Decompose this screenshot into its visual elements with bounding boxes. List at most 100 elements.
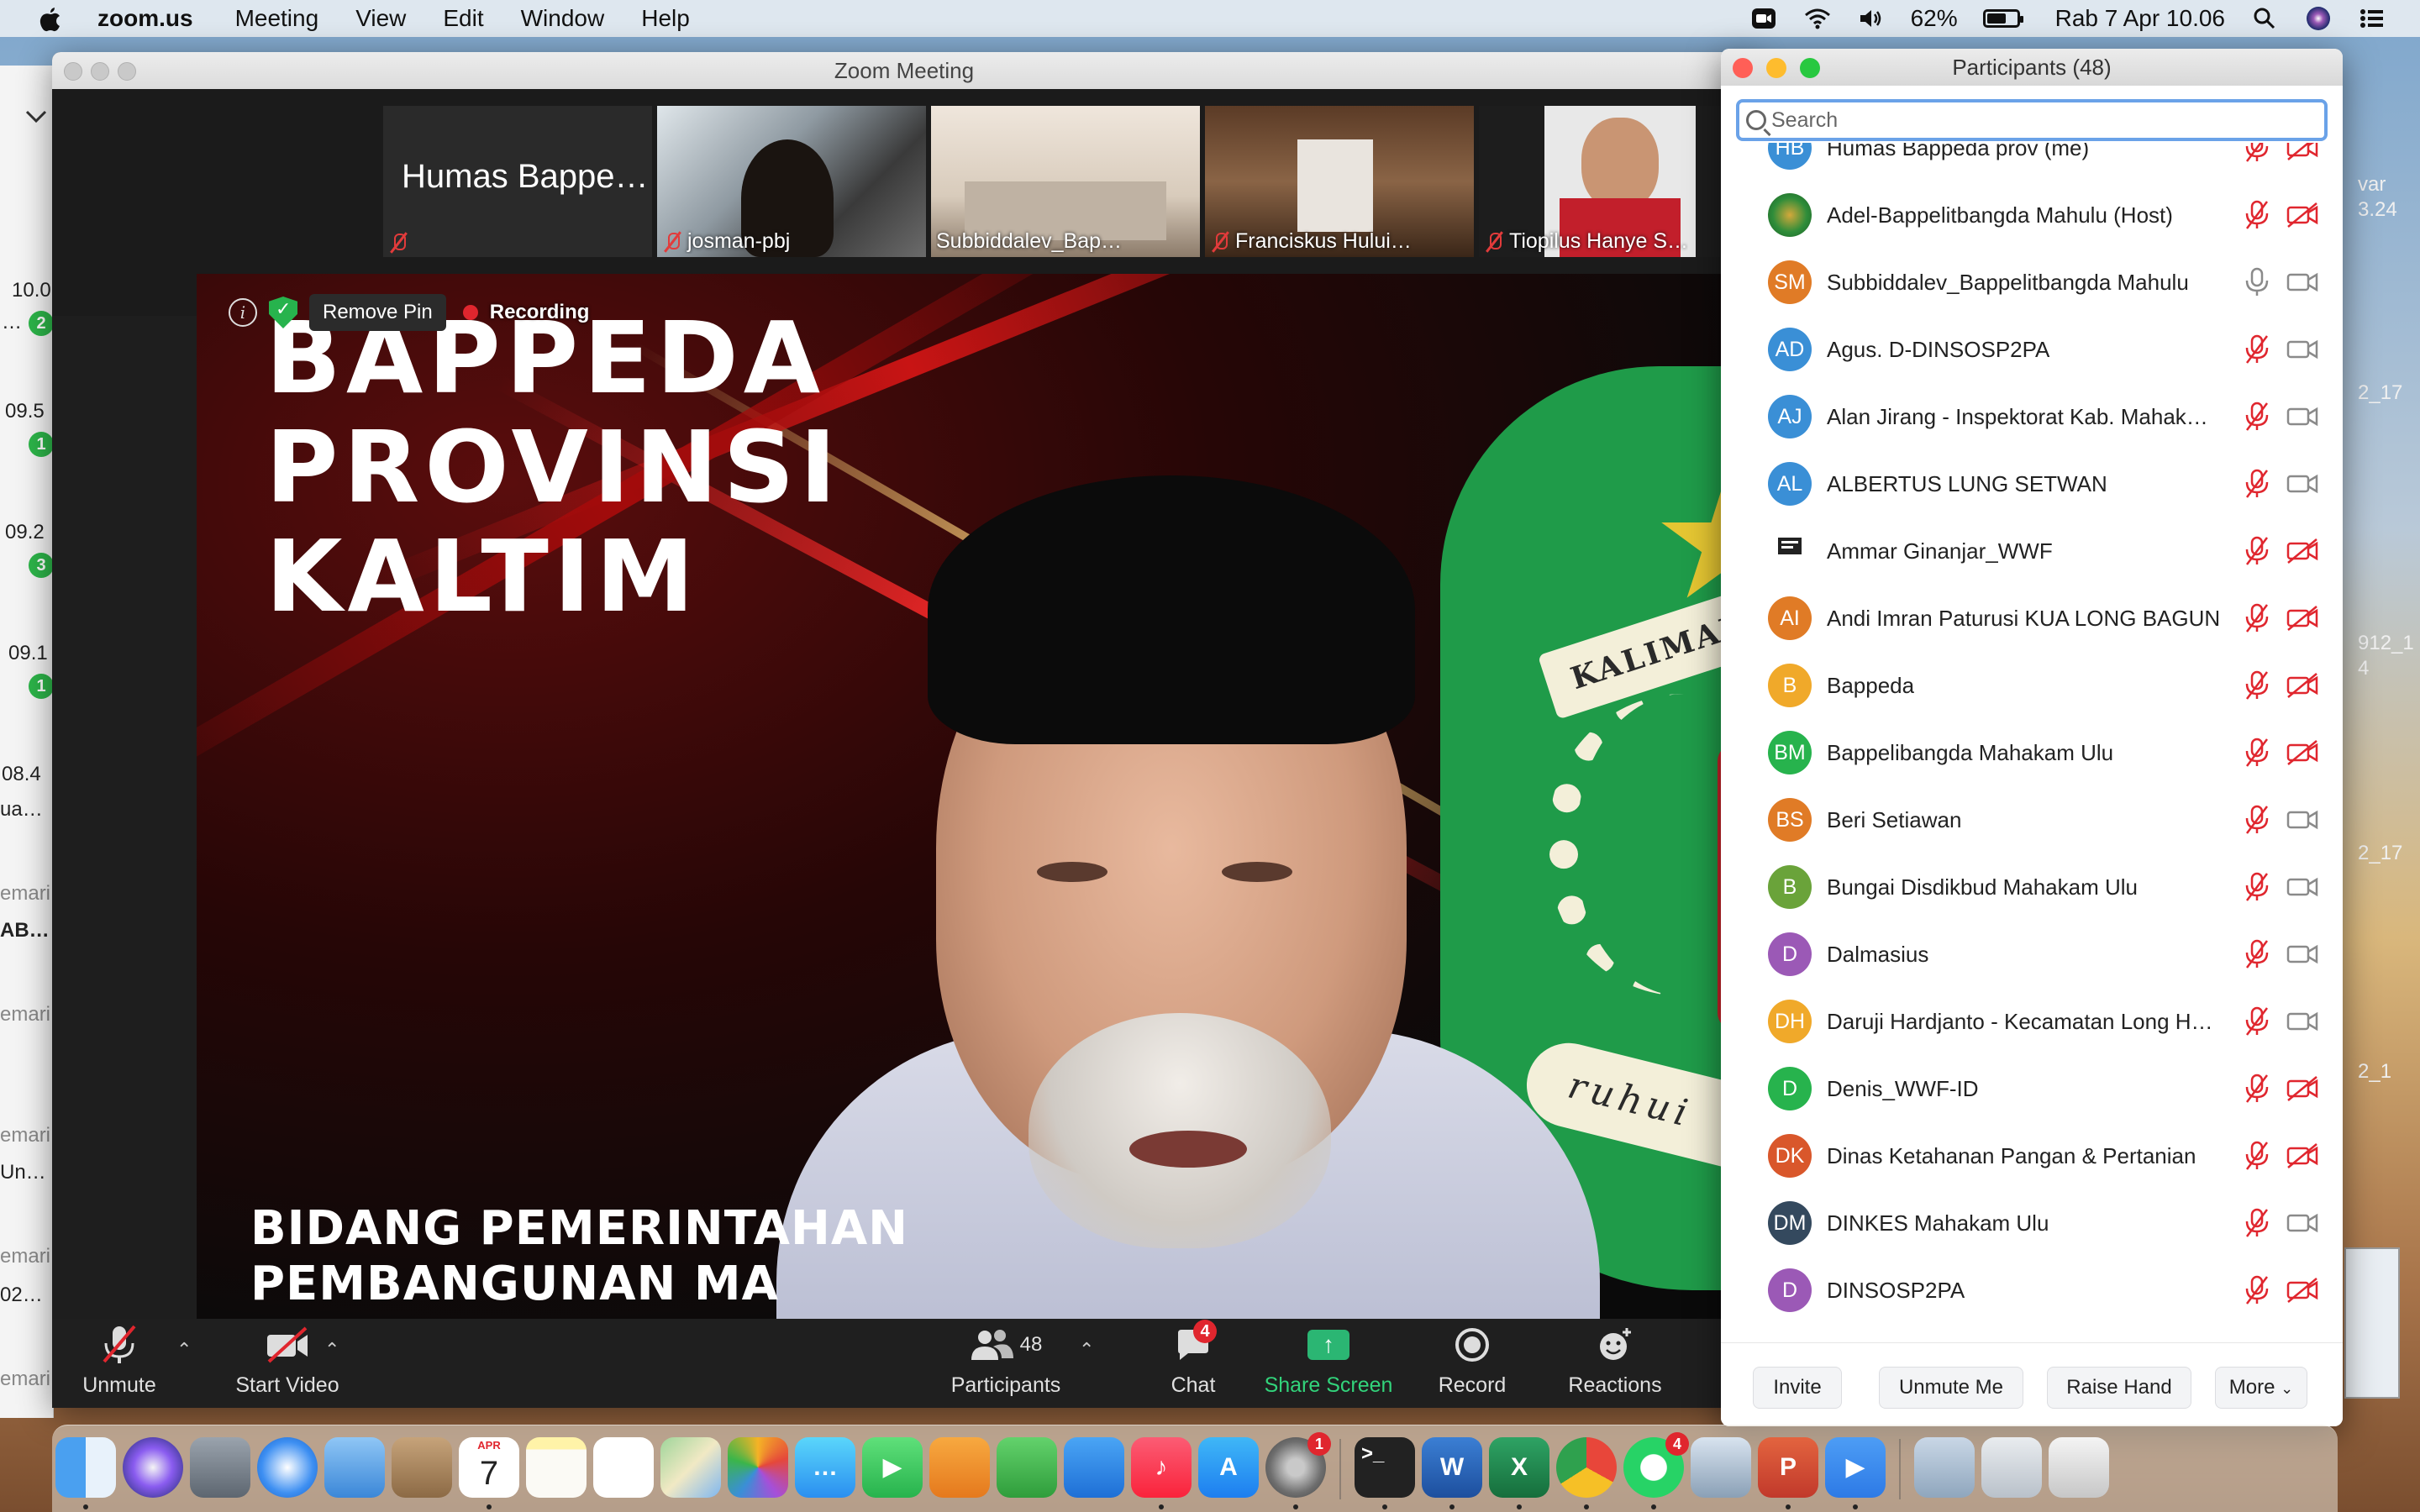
participant-row[interactable]: DK Dinas Ketahanan Pangan & Pertanian bbox=[1721, 1122, 2343, 1189]
search-icon[interactable] bbox=[2250, 7, 2279, 30]
close-panel-button[interactable] bbox=[1733, 58, 1753, 78]
trash-icon[interactable] bbox=[2049, 1437, 2109, 1498]
participant-row[interactable]: B Bappeda bbox=[1721, 652, 2343, 719]
audio-options-caret[interactable]: ⌃ bbox=[176, 1339, 192, 1361]
control-center-icon[interactable] bbox=[2358, 7, 2386, 30]
video-off-icon[interactable] bbox=[2286, 198, 2319, 232]
app-menu-zoom[interactable]: zoom.us bbox=[97, 5, 193, 32]
mic-muted-icon[interactable] bbox=[2242, 143, 2272, 165]
participant-row[interactable]: DH Daruji Hardjanto - Kecamatan Long H… bbox=[1721, 988, 2343, 1055]
mic-muted-icon[interactable] bbox=[2242, 400, 2272, 433]
menu-help[interactable]: Help bbox=[641, 5, 690, 32]
menu-edit[interactable]: Edit bbox=[443, 5, 483, 32]
contacts-icon[interactable] bbox=[392, 1437, 452, 1498]
messages-icon[interactable]: … bbox=[795, 1437, 855, 1498]
desktop-file-thumbnail[interactable] bbox=[2344, 1247, 2400, 1399]
mic-muted-icon[interactable] bbox=[2242, 937, 2272, 971]
participant-row[interactable]: Ammar Ginanjar_WWF bbox=[1721, 517, 2343, 585]
video-icon[interactable] bbox=[2286, 400, 2319, 433]
participant-row[interactable]: D Dalmasius bbox=[1721, 921, 2343, 988]
volume-icon[interactable] bbox=[1857, 7, 1886, 30]
mic-muted-icon[interactable] bbox=[2242, 534, 2272, 568]
participant-thumbnail[interactable]: josman-pbj bbox=[657, 106, 926, 257]
downloads-icon[interactable] bbox=[1981, 1437, 2042, 1498]
mic-icon[interactable] bbox=[2242, 265, 2272, 299]
numbers-icon[interactable] bbox=[997, 1437, 1057, 1498]
keynote-icon[interactable] bbox=[1064, 1437, 1124, 1498]
maps-icon[interactable] bbox=[660, 1437, 721, 1498]
video-icon[interactable] bbox=[2286, 333, 2319, 366]
participant-row[interactable]: Adel-Bappelitbangda Mahulu (Host) bbox=[1721, 181, 2343, 249]
video-off-icon[interactable] bbox=[2286, 669, 2319, 702]
powerpoint-icon[interactable]: P bbox=[1758, 1437, 1818, 1498]
video-off-icon[interactable] bbox=[2286, 1273, 2319, 1307]
menu-view[interactable]: View bbox=[355, 5, 406, 32]
mic-muted-icon[interactable] bbox=[2242, 1072, 2272, 1105]
more-button[interactable]: More ⌄ bbox=[2215, 1367, 2307, 1409]
unmute-button[interactable]: Unmute bbox=[77, 1319, 161, 1408]
excel-icon[interactable]: X bbox=[1489, 1437, 1549, 1498]
menu-window[interactable]: Window bbox=[521, 5, 605, 32]
participant-row[interactable]: HB Humas Bappeda prov (me) bbox=[1721, 143, 2343, 181]
mic-muted-icon[interactable] bbox=[2242, 736, 2272, 769]
menu-meeting[interactable]: Meeting bbox=[235, 5, 319, 32]
video-off-icon[interactable] bbox=[2286, 736, 2319, 769]
app-store-icon[interactable]: A bbox=[1198, 1437, 1259, 1498]
mic-muted-icon[interactable] bbox=[2242, 467, 2272, 501]
info-icon[interactable]: i bbox=[229, 298, 257, 327]
participant-row[interactable]: DM DINKES Mahakam Ulu bbox=[1721, 1189, 2343, 1257]
unmute-me-button[interactable]: Unmute Me bbox=[1879, 1367, 2023, 1409]
participants-options-caret[interactable]: ⌃ bbox=[1079, 1339, 1094, 1361]
zoom-icon[interactable]: ▶ bbox=[1825, 1437, 1886, 1498]
participant-thumbnail[interactable]: Franciskus Hului… bbox=[1205, 106, 1474, 257]
reminders-icon[interactable] bbox=[593, 1437, 654, 1498]
minimize-panel-button[interactable] bbox=[1766, 58, 1786, 78]
preview-icon[interactable] bbox=[1691, 1437, 1751, 1498]
encryption-shield-icon[interactable] bbox=[269, 297, 297, 328]
reactions-button[interactable]: Reactions bbox=[1556, 1319, 1674, 1408]
participant-row[interactable]: BS Beri Setiawan bbox=[1721, 786, 2343, 853]
participant-thumbnail[interactable]: Subbiddalev_Bap… bbox=[931, 106, 1200, 257]
video-icon[interactable] bbox=[2286, 1005, 2319, 1038]
participant-row[interactable]: AD Agus. D-DINSOSP2PA bbox=[1721, 316, 2343, 383]
calendar-icon[interactable]: APR 7 bbox=[459, 1437, 519, 1498]
video-off-icon[interactable] bbox=[2286, 143, 2319, 165]
participant-row[interactable]: B Bungai Disdikbud Mahakam Ulu bbox=[1721, 853, 2343, 921]
video-icon[interactable] bbox=[2286, 1206, 2319, 1240]
participant-row[interactable]: BM Bappelibangda Mahakam Ulu bbox=[1721, 719, 2343, 786]
zoom-status-icon[interactable] bbox=[1749, 7, 1778, 30]
participant-row[interactable]: AJ Alan Jirang - Inspektorat Kab. Mahak… bbox=[1721, 383, 2343, 450]
documents-folder-icon[interactable] bbox=[1914, 1437, 1975, 1498]
close-window-button[interactable] bbox=[64, 62, 82, 81]
siri-icon[interactable] bbox=[2304, 7, 2333, 30]
music-icon[interactable]: ♪ bbox=[1131, 1437, 1192, 1498]
participant-row[interactable]: D Denis_WWF-ID bbox=[1721, 1055, 2343, 1122]
whatsapp-icon[interactable]: 4 bbox=[1623, 1432, 1689, 1498]
invite-button[interactable]: Invite bbox=[1753, 1367, 1842, 1409]
chat-button[interactable]: 4 Chat bbox=[1160, 1319, 1227, 1408]
chrome-icon[interactable] bbox=[1556, 1437, 1617, 1498]
photos-icon[interactable] bbox=[728, 1437, 788, 1498]
mic-muted-icon[interactable] bbox=[2242, 1005, 2272, 1038]
video-off-icon[interactable] bbox=[2286, 1072, 2319, 1105]
participants-button[interactable]: 48 Participants bbox=[943, 1319, 1069, 1408]
pinned-video[interactable]: KALIMANT ruhui BAPPEDA PROVINSI KALTIM B… bbox=[197, 274, 1756, 1319]
participant-row[interactable]: D DINSOSP2PA bbox=[1721, 1257, 2343, 1324]
facetime-icon[interactable]: ▶ bbox=[862, 1437, 923, 1498]
mic-muted-icon[interactable] bbox=[2242, 669, 2272, 702]
clock[interactable]: Rab 7 Apr 10.06 bbox=[2055, 5, 2225, 32]
start-video-button[interactable]: Start Video bbox=[220, 1319, 355, 1408]
zoom-panel-button[interactable] bbox=[1800, 58, 1820, 78]
mic-muted-icon[interactable] bbox=[2242, 198, 2272, 232]
mic-muted-icon[interactable] bbox=[2242, 601, 2272, 635]
video-off-icon[interactable] bbox=[2286, 601, 2319, 635]
remove-pin-button[interactable]: Remove Pin bbox=[309, 294, 446, 331]
siri-icon[interactable] bbox=[123, 1437, 183, 1498]
participant-thumbnail[interactable]: Tiopilus Hanye S… bbox=[1479, 106, 1748, 257]
zoom-window-button[interactable] bbox=[118, 62, 136, 81]
video-icon[interactable] bbox=[2286, 870, 2319, 904]
video-options-caret[interactable]: ⌃ bbox=[324, 1339, 339, 1361]
battery-icon[interactable] bbox=[1982, 9, 2023, 28]
system-preferences-icon[interactable]: 1 bbox=[1265, 1432, 1331, 1498]
mic-muted-icon[interactable] bbox=[2242, 1139, 2272, 1173]
